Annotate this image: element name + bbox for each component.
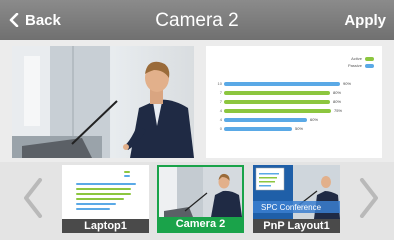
camera-thumbnail (159, 167, 242, 217)
bar-chart: 10 90% 7 80% 7 80% 4 75% 4 60% 0 50% (218, 80, 372, 134)
source-thumb-laptop1[interactable]: Laptop1 (62, 165, 149, 233)
camera-preview (12, 46, 194, 158)
bar (224, 127, 292, 131)
bar-category-label: 10 (217, 81, 222, 86)
bar-category-label: 7 (219, 99, 222, 104)
pnp-layout-thumbnail: SPC Conference (253, 165, 340, 219)
bar-row: 0 50% (220, 125, 372, 133)
legend-swatch-active (365, 56, 374, 61)
bar-row: 4 60% (220, 116, 372, 124)
bar (224, 100, 330, 104)
legend-item-active: Active (348, 56, 374, 61)
bar-value-label: 60% (310, 117, 319, 122)
source-label-pnp-layout1: PnP Layout1 (253, 219, 340, 233)
bar-value-label: 50% (295, 126, 304, 131)
bar-row: 4 75% (220, 107, 372, 115)
next-arrow-icon[interactable] (358, 178, 380, 218)
bar (224, 91, 330, 95)
source-thumb-pnp-layout1[interactable]: SPC Conference PnP Layout1 (253, 165, 340, 233)
bar-value-label: 75% (334, 108, 343, 113)
source-label-camera2: Camera 2 (159, 217, 242, 231)
bar-category-label: 7 (219, 90, 222, 95)
bar-category-label: 0 (219, 126, 222, 131)
bar-value-label: 80% (333, 99, 342, 104)
slide-preview: Active Passive 10 90% 7 80% 7 80% 4 75% 4 60% 0 50% (206, 46, 382, 158)
prev-arrow-icon[interactable] (22, 178, 44, 218)
pnp-overlay-text: SPC Conference (261, 203, 322, 212)
back-label: Back (25, 11, 61, 29)
legend-item-passive: Passive (348, 63, 374, 68)
legend-swatch-passive (365, 63, 374, 68)
source-thumb-camera2[interactable]: Camera 2 (157, 165, 244, 233)
bar (224, 82, 340, 86)
chart-legend: Active Passive (348, 56, 374, 70)
bar-row: 7 80% (220, 98, 372, 106)
bar-category-label: 4 (219, 117, 222, 122)
laptop-slide-thumbnail (62, 165, 149, 219)
bar-row: 7 80% (220, 89, 372, 97)
bar-category-label: 4 (219, 108, 222, 113)
bar (224, 118, 307, 122)
back-button[interactable]: Back (9, 12, 61, 29)
bar-row: 10 90% (218, 80, 372, 88)
apply-button[interactable]: Apply (344, 12, 386, 29)
bar (224, 109, 331, 113)
bar-value-label: 80% (333, 90, 342, 95)
top-bar: Back Camera 2 Apply (0, 0, 394, 40)
source-label-laptop1: Laptop1 (62, 219, 149, 233)
presenter-image (12, 46, 194, 158)
bar-value-label: 90% (343, 81, 352, 86)
chevron-left-icon (9, 13, 19, 27)
